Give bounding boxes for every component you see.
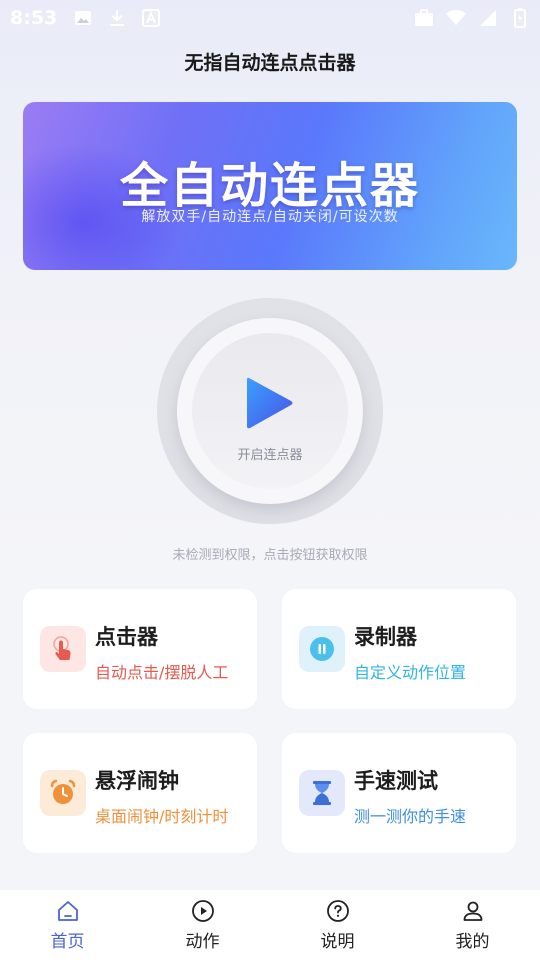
tab-label: 动作 (185, 931, 220, 952)
download-icon (107, 8, 127, 28)
tap-finger-icon (40, 626, 86, 672)
tab-help[interactable]: 说明 (270, 890, 405, 960)
battery-icon (510, 8, 530, 28)
notification-icons (73, 8, 161, 28)
card-title: 悬浮闹钟 (95, 769, 179, 793)
help-circle-icon (326, 899, 349, 922)
bottom-tab-bar: 首页 动作 说明 我的 (0, 890, 540, 960)
card-title: 录制器 (354, 625, 417, 649)
signal-icon (478, 8, 498, 28)
hourglass-icon (299, 770, 345, 816)
app-title: 无指自动连点点击器 (184, 52, 356, 74)
card-desc: 桌面闹钟/时刻计时 (95, 807, 229, 826)
wifi-icon (446, 8, 466, 28)
pause-circle-icon (299, 626, 345, 672)
start-clicker-button[interactable]: 开启连点器 (192, 333, 348, 489)
card-clicker[interactable]: 点击器 自动点击/摆脱人工 (23, 589, 257, 709)
permission-hint[interactable]: 未检测到权限，点击按钮获取权限 (0, 544, 540, 563)
home-icon (57, 900, 78, 921)
tab-profile[interactable]: 我的 (405, 890, 540, 960)
play-icon (247, 377, 293, 428)
card-speed-test[interactable]: 手速测试 测一测你的手速 (282, 733, 516, 853)
card-desc: 自定义动作位置 (354, 663, 467, 682)
tab-label: 首页 (50, 931, 85, 952)
user-icon (463, 901, 482, 921)
tab-actions[interactable]: 动作 (135, 890, 270, 960)
image-icon (73, 8, 93, 28)
promo-banner[interactable]: 全自动连点器 解放双手/自动连点/自动关闭/可设次数 (23, 102, 517, 270)
card-title: 手速测试 (354, 769, 438, 793)
alarm-clock-icon (40, 770, 86, 816)
card-desc: 测一测你的手速 (354, 807, 467, 826)
work-profile-icon (414, 8, 434, 28)
tab-label: 说明 (320, 931, 355, 952)
card-floating-alarm[interactable]: 悬浮闹钟 桌面闹钟/时刻计时 (23, 733, 257, 853)
status-bar: 8:53 (0, 0, 540, 36)
status-time: 8:53 (10, 7, 58, 29)
start-button-label: 开启连点器 (237, 447, 303, 463)
play-circle-icon (191, 899, 214, 922)
banner-subtitle: 解放双手/自动连点/自动关闭/可设次数 (141, 209, 399, 225)
card-title: 点击器 (95, 625, 158, 649)
card-recorder[interactable]: 录制器 自定义动作位置 (282, 589, 516, 709)
tab-home[interactable]: 首页 (0, 890, 135, 960)
system-icons (414, 8, 530, 28)
tab-label: 我的 (455, 931, 490, 952)
card-desc: 自动点击/摆脱人工 (95, 663, 229, 682)
font-icon (141, 8, 161, 28)
